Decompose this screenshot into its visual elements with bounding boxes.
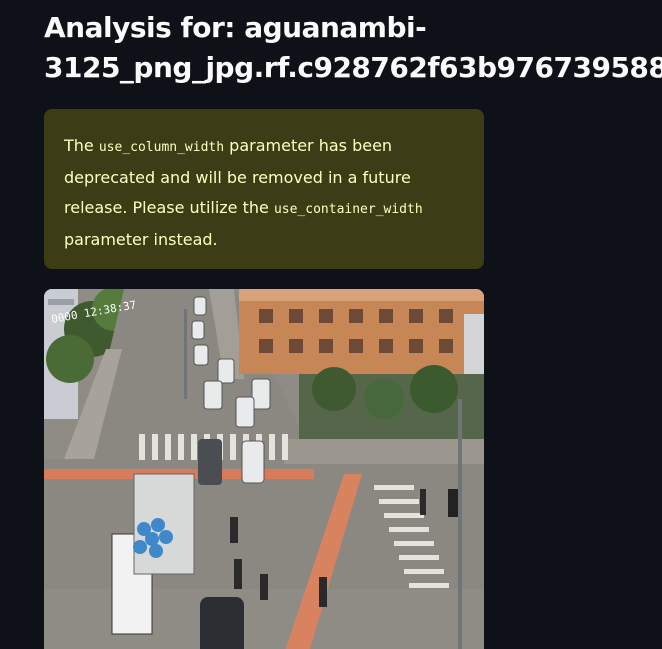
alert-code-use-container-width: use_container_width — [273, 202, 423, 217]
alert-text-1: The — [64, 136, 99, 155]
page-title-line-2: 3125_png_jpg.rf.c928762f63b976739588cc — [44, 51, 662, 84]
alert-code-use-column-width: use_column_width — [98, 140, 225, 155]
page-title: Analysis for: aguanambi- 3125_png_jpg.rf… — [44, 8, 662, 88]
page-title-line-1: Analysis for: aguanambi- — [44, 11, 427, 44]
main-content: Analysis for: aguanambi- 3125_png_jpg.rf… — [0, 0, 662, 649]
deprecation-warning-alert: The use_column_width parameter has been … — [44, 109, 484, 269]
traffic-camera-image: 0000 12:38:37 — [44, 289, 484, 649]
traffic-camera-illustration: 0000 12:38:37 — [44, 289, 484, 649]
alert-text-3: parameter instead. — [64, 230, 218, 249]
